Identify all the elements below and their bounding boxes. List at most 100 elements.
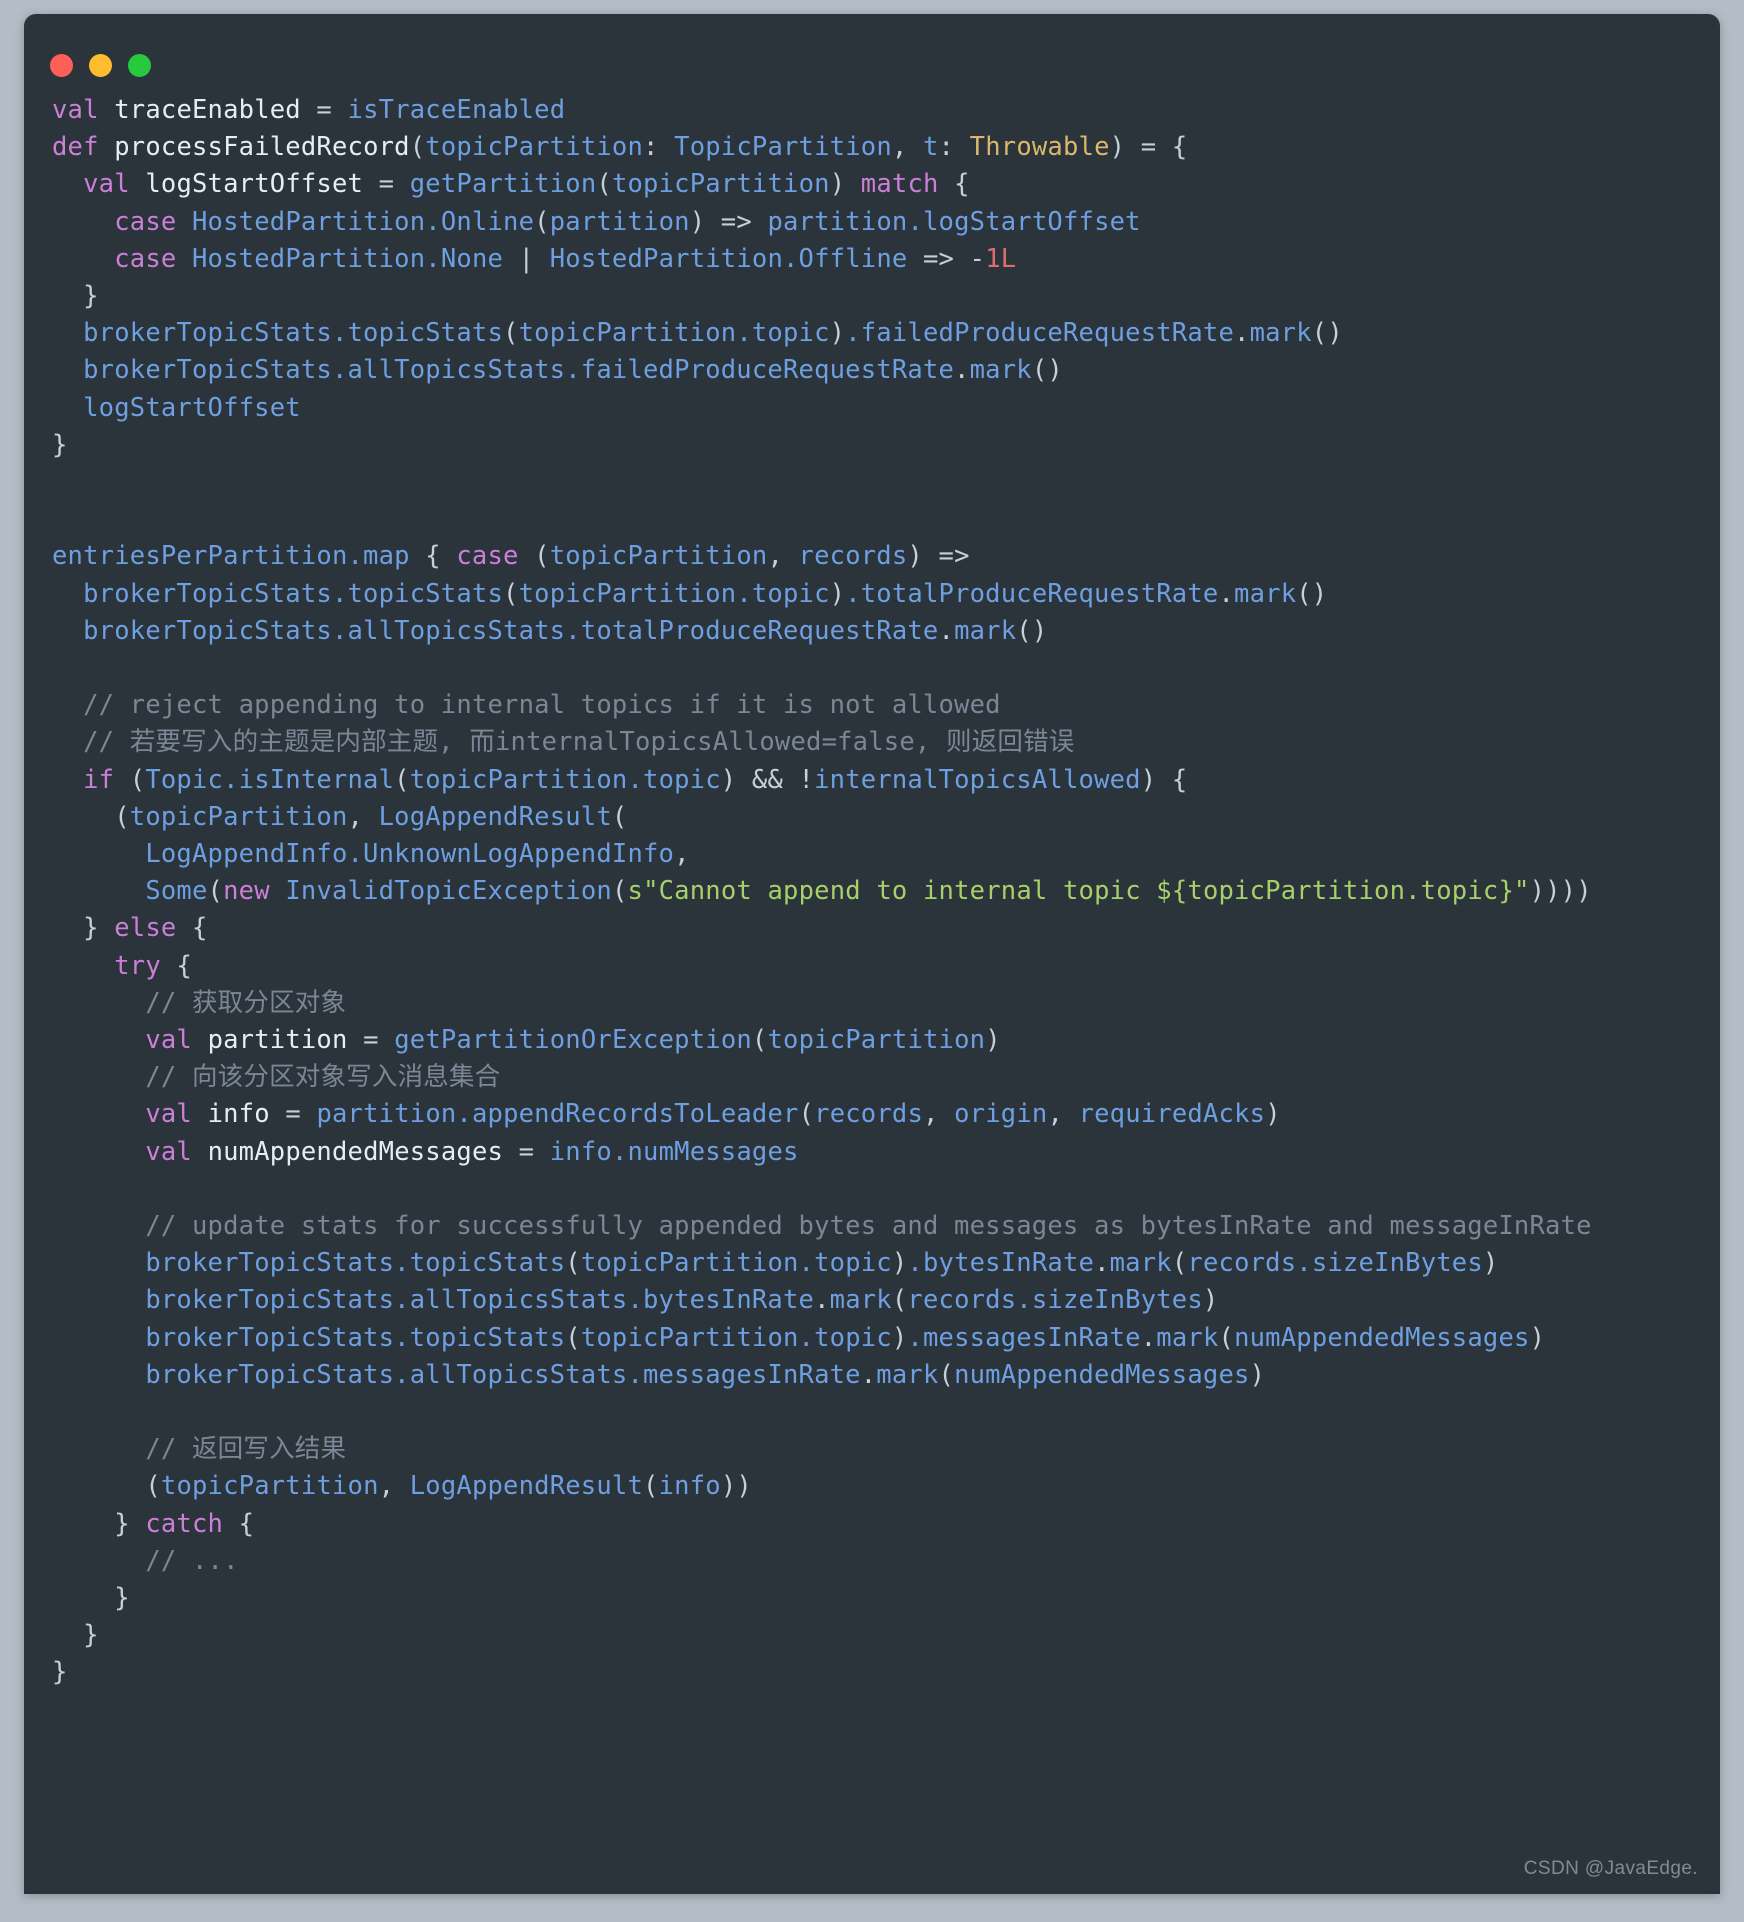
code-line: brokerTopicStats.allTopicsStats.failedPr… bbox=[52, 352, 1720, 389]
code-token-punct: , bbox=[1047, 1099, 1079, 1130]
code-line: // reject appending to internal topics i… bbox=[52, 687, 1720, 724]
code-token-punct: } bbox=[52, 429, 68, 460]
code-token-cmt: // 向该分区对象写入消息集合 bbox=[52, 1062, 501, 1093]
code-token-fn: LogAppendResult bbox=[409, 1471, 644, 1502]
code-token-punct: ( bbox=[565, 1248, 581, 1279]
maximize-window-button[interactable] bbox=[128, 54, 151, 77]
code-token-punct: ( bbox=[891, 1285, 908, 1316]
code-token-str: s"Cannot append to internal topic ${topi… bbox=[627, 876, 1530, 907]
code-token-punct: . bbox=[1218, 578, 1235, 609]
code-token-fn: numAppendedMessages bbox=[954, 1359, 1250, 1390]
code-token-fn: topicPartition.topic bbox=[580, 1248, 892, 1279]
code-token-fn: records.sizeInBytes bbox=[907, 1285, 1203, 1316]
code-line: brokerTopicStats.topicStats(topicPartiti… bbox=[52, 1320, 1720, 1357]
code-token-punct: } bbox=[52, 1583, 130, 1614]
code-token-punct bbox=[192, 1099, 208, 1129]
code-token-cmt: // 获取分区对象 bbox=[52, 987, 347, 1018]
code-line: // update stats for successfully appende… bbox=[52, 1208, 1720, 1245]
code-token-punct: , bbox=[923, 1099, 955, 1130]
code-token-fn: topicPartition.topic bbox=[580, 1322, 892, 1353]
code-token-punct: ) bbox=[891, 1322, 908, 1353]
code-token-fn: origin bbox=[954, 1099, 1048, 1130]
code-token-punct: () bbox=[1031, 355, 1063, 386]
code-token-punct: ( bbox=[1218, 1322, 1235, 1353]
code-token-punct: } bbox=[52, 1620, 99, 1651]
code-token-fn: LogAppendResult bbox=[378, 801, 612, 832]
code-token-punct: , bbox=[674, 839, 690, 870]
code-line: case HostedPartition.None | HostedPartit… bbox=[52, 241, 1720, 278]
code-token-punct: )) bbox=[720, 1471, 752, 1502]
code-token-kw: val bbox=[52, 95, 99, 125]
code-token-punct: ) bbox=[1249, 1359, 1266, 1390]
code-token-punct bbox=[176, 207, 192, 237]
code-line: Some(new InvalidTopicException(s"Cannot … bbox=[52, 873, 1720, 910]
code-token-punct: = bbox=[347, 1025, 395, 1056]
code-token-punct bbox=[52, 579, 83, 609]
code-token-fn: .failedProduceRequestRate bbox=[845, 318, 1235, 349]
code-token-punct: = bbox=[269, 1099, 317, 1130]
code-token-punct: ( bbox=[1171, 1248, 1188, 1279]
code-token-punct bbox=[52, 839, 145, 869]
code-token-punct: )))) bbox=[1529, 876, 1592, 907]
code-line: val partition = getPartitionOrException(… bbox=[52, 1022, 1720, 1059]
code-line: val info = partition.appendRecordsToLead… bbox=[52, 1096, 1720, 1133]
code-token-fn: records bbox=[814, 1099, 924, 1130]
code-token-fn: TopicPartition bbox=[674, 132, 892, 163]
code-token-fn: mark bbox=[1156, 1322, 1219, 1353]
code-token-fn: mark bbox=[1249, 318, 1312, 349]
code-token-fn: mark bbox=[1109, 1248, 1172, 1279]
code-token-ident: info bbox=[207, 1099, 270, 1130]
code-token-punct: ( bbox=[751, 1025, 768, 1056]
code-token-punct bbox=[192, 1137, 208, 1167]
code-token-fn: mark bbox=[876, 1359, 939, 1390]
code-token-punct: { bbox=[409, 541, 457, 572]
code-token-punct: . bbox=[860, 1359, 877, 1390]
code-token-punct: : bbox=[643, 132, 675, 163]
code-token-kw: new bbox=[223, 876, 270, 907]
window-controls bbox=[50, 54, 151, 77]
code-token-punct: ) bbox=[1265, 1099, 1281, 1130]
close-window-button[interactable] bbox=[50, 54, 73, 77]
code-token-fn: getPartitionOrException bbox=[394, 1025, 752, 1056]
code-token-fn: brokerTopicStats.allTopicsStats.totalPro… bbox=[83, 615, 939, 646]
code-token-ident: traceEnabled bbox=[114, 95, 301, 125]
code-token-punct: , bbox=[347, 801, 379, 832]
code-token-fn: requiredAcks bbox=[1078, 1099, 1266, 1130]
code-line: case HostedPartition.Online(partition) =… bbox=[52, 204, 1720, 241]
code-token-punct: ( bbox=[52, 801, 130, 832]
code-token-punct: ( bbox=[938, 1359, 955, 1390]
code-content[interactable]: val traceEnabled = isTraceEnabled def pro… bbox=[24, 92, 1720, 1692]
code-token-punct bbox=[52, 207, 114, 237]
code-line: (topicPartition, LogAppendResult(info)) bbox=[52, 1468, 1720, 1505]
code-token-fn: topicPartition bbox=[160, 1471, 379, 1502]
code-token-fn: HostedPartition.Online bbox=[192, 206, 535, 237]
code-line: brokerTopicStats.allTopicsStats.messages… bbox=[52, 1357, 1720, 1394]
code-editor-window: val traceEnabled = isTraceEnabled def pro… bbox=[24, 14, 1720, 1894]
code-token-fn: .messagesInRate bbox=[907, 1322, 1141, 1353]
code-token-cmt: // ... bbox=[52, 1545, 239, 1576]
code-token-fn: brokerTopicStats.topicStats bbox=[145, 1248, 566, 1279]
code-token-punct: => - bbox=[907, 243, 986, 274]
code-token-punct bbox=[52, 244, 114, 274]
code-token-punct bbox=[52, 169, 83, 199]
minimize-window-button[interactable] bbox=[89, 54, 112, 77]
code-token-kw: val bbox=[145, 1136, 192, 1167]
code-token-punct: ( bbox=[114, 764, 146, 795]
code-line: } bbox=[52, 1654, 1720, 1691]
code-token-punct: } bbox=[52, 913, 115, 944]
code-token-punct bbox=[130, 169, 146, 199]
code-token-punct: ( bbox=[518, 541, 550, 572]
code-token-ident: partition bbox=[207, 1025, 348, 1056]
code-token-punct bbox=[52, 876, 145, 906]
code-token-kw: case bbox=[114, 206, 177, 237]
code-line: def processFailedRecord(topicPartition: … bbox=[52, 129, 1720, 166]
code-token-kw: def bbox=[52, 132, 99, 163]
code-token-punct bbox=[176, 244, 192, 274]
code-token-fn: topicPartition bbox=[129, 801, 348, 832]
code-line: val numAppendedMessages = info.numMessag… bbox=[52, 1134, 1720, 1171]
code-token-punct bbox=[52, 765, 83, 795]
code-token-punct: : bbox=[938, 132, 970, 163]
code-token-fn: LogAppendInfo.UnknownLogAppendInfo bbox=[145, 839, 675, 870]
code-line: (topicPartition, LogAppendResult( bbox=[52, 799, 1720, 836]
